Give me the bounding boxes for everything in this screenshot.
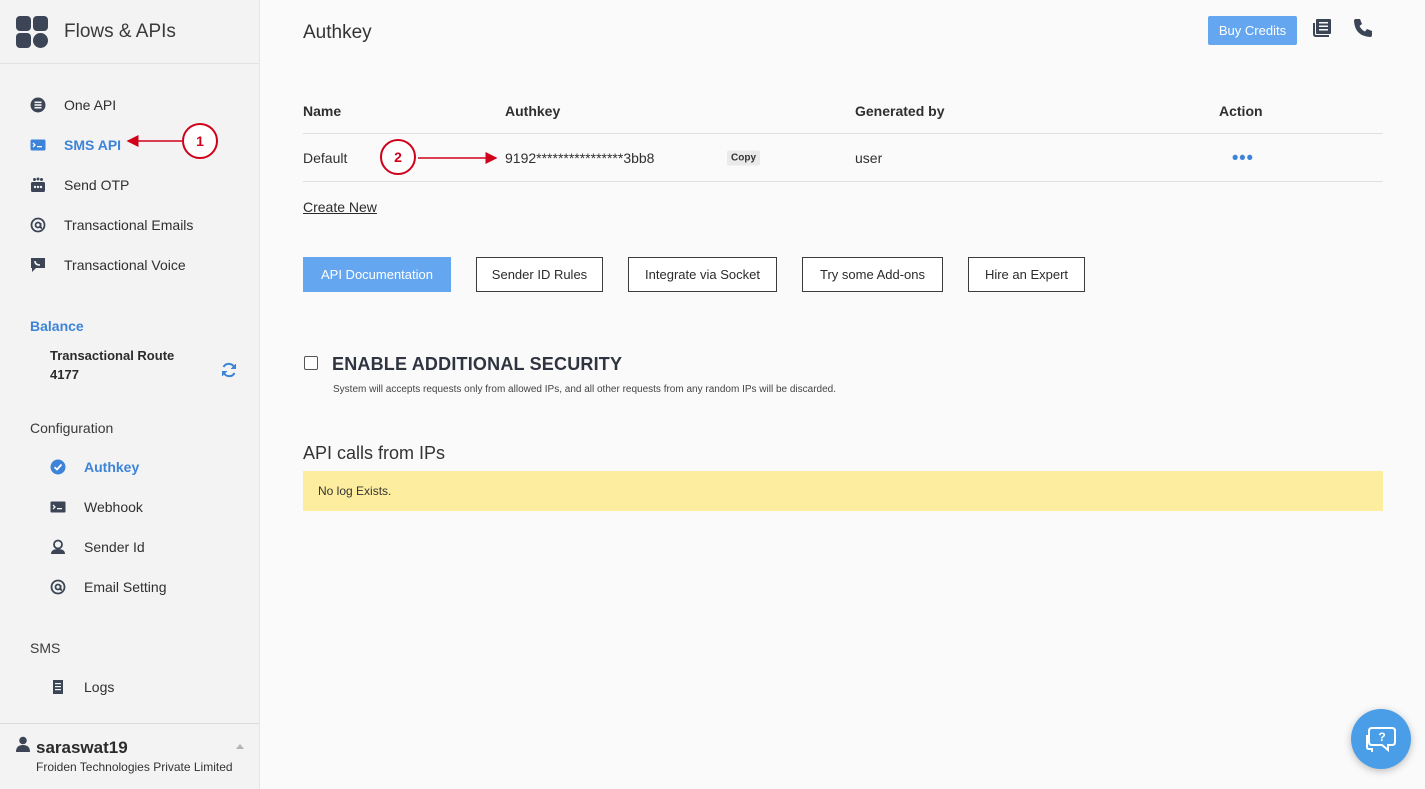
api-documentation-button[interactable]: API Documentation (303, 257, 451, 292)
col-name: Name (303, 102, 342, 119)
user-name: saraswat19 (36, 738, 128, 757)
sidebar-item-sms-api[interactable]: SMS API (30, 133, 121, 157)
security-description: System will accepts requests only from a… (333, 384, 836, 395)
brand-title: Flows & APIs (64, 20, 176, 42)
terminal-icon (50, 499, 66, 515)
refresh-icon[interactable] (220, 361, 238, 379)
news-icon[interactable] (1312, 17, 1334, 39)
security-checkbox[interactable] (304, 356, 318, 370)
sidebar-item-sender-id[interactable]: Sender Id (50, 535, 145, 559)
ip-log-empty-text: No log Exists. (318, 484, 392, 498)
voice-chat-icon (30, 257, 46, 273)
sender-id-rules-button[interactable]: Sender ID Rules (476, 257, 603, 292)
col-action: Action (1219, 102, 1263, 119)
sidebar-item-label: Email Setting (84, 579, 167, 595)
chat-bubble-icon: ? (1366, 727, 1396, 753)
apps-grid-icon (16, 15, 48, 48)
list-icon (50, 679, 66, 695)
otp-icon (30, 177, 46, 193)
sidebar-item-label: One API (64, 97, 117, 113)
balance-route-name: Transactional Route (50, 348, 175, 363)
at-icon (30, 217, 46, 233)
sidebar-item-one-api[interactable]: One API (30, 93, 116, 117)
authkey-table: Name Authkey Generated by Action Default… (303, 88, 1383, 182)
check-circle-icon (50, 459, 66, 475)
more-actions-icon[interactable]: ••• (1232, 147, 1254, 168)
sidebar-item-label: Transactional Voice (64, 257, 186, 273)
sms-label: SMS (30, 640, 61, 656)
user-icon (16, 736, 30, 752)
sidebar-item-webhook[interactable]: Webhook (50, 495, 143, 519)
sidebar-item-email-setting[interactable]: Email Setting (50, 575, 166, 599)
table-row: Default 9192****************3bb8 Copy us… (303, 134, 1383, 182)
caret-up-icon[interactable] (236, 744, 244, 749)
sidebar-item-logs[interactable]: Logs (50, 675, 114, 699)
sidebar-item-authkey[interactable]: Authkey (50, 455, 139, 479)
at-icon (50, 579, 66, 595)
create-new-link[interactable]: Create New (303, 199, 377, 215)
sidebar-item-transactional-voice[interactable]: Transactional Voice (30, 253, 186, 277)
annotation-marker-2: 2 (380, 139, 416, 175)
sidebar-item-label: Send OTP (64, 177, 130, 193)
sidebar-item-label: Sender Id (84, 539, 145, 555)
annotation-marker-1: 1 (182, 123, 218, 159)
user-company: Froiden Technologies Private Limited (36, 760, 233, 774)
row-authkey: 9192****************3bb8 (505, 149, 655, 166)
sidebar-item-label: Authkey (84, 459, 140, 475)
page-title: Authkey (303, 22, 372, 43)
sidebar-item-send-otp[interactable]: Send OTP (30, 173, 129, 197)
ip-log-empty: No log Exists. (303, 471, 1383, 511)
integrate-socket-button[interactable]: Integrate via Socket (628, 257, 777, 292)
sidebar-item-transactional-emails[interactable]: Transactional Emails (30, 213, 193, 237)
brand-header[interactable]: Flows & APIs (0, 0, 259, 64)
col-generated-by: Generated by (855, 102, 945, 119)
balance-label: Balance (30, 318, 84, 334)
sidebar: Flows & APIs One API SMS API Send OTP Tr… (0, 0, 260, 789)
user-badge-icon (50, 539, 66, 555)
phone-icon[interactable] (1352, 17, 1374, 39)
col-authkey: Authkey (505, 102, 561, 119)
balance-value: 4177 (50, 367, 79, 382)
configuration-label: Configuration (30, 420, 114, 436)
ip-calls-title: API calls from IPs (303, 443, 446, 463)
sidebar-item-label: SMS API (64, 137, 122, 153)
row-generated-by: user (855, 149, 883, 166)
one-api-icon (30, 97, 46, 113)
table-header: Name Authkey Generated by Action (303, 88, 1383, 134)
user-profile[interactable]: saraswat19 Froiden Technologies Private … (0, 723, 259, 789)
buy-credits-button[interactable]: Buy Credits (1208, 16, 1297, 45)
sidebar-item-label: Transactional Emails (64, 217, 194, 233)
row-name: Default (303, 149, 348, 166)
balance-info: Transactional Route 4177 (50, 346, 174, 384)
help-chat-button[interactable]: ? (1351, 709, 1411, 769)
sidebar-item-label: Logs (84, 679, 115, 695)
sms-api-icon (30, 137, 46, 153)
security-title: ENABLE ADDITIONAL SECURITY (332, 354, 623, 374)
svg-text:?: ? (1378, 730, 1385, 744)
sidebar-item-label: Webhook (84, 499, 143, 515)
copy-button[interactable]: Copy (727, 150, 760, 165)
hire-expert-button[interactable]: Hire an Expert (968, 257, 1085, 292)
addons-button[interactable]: Try some Add-ons (802, 257, 943, 292)
